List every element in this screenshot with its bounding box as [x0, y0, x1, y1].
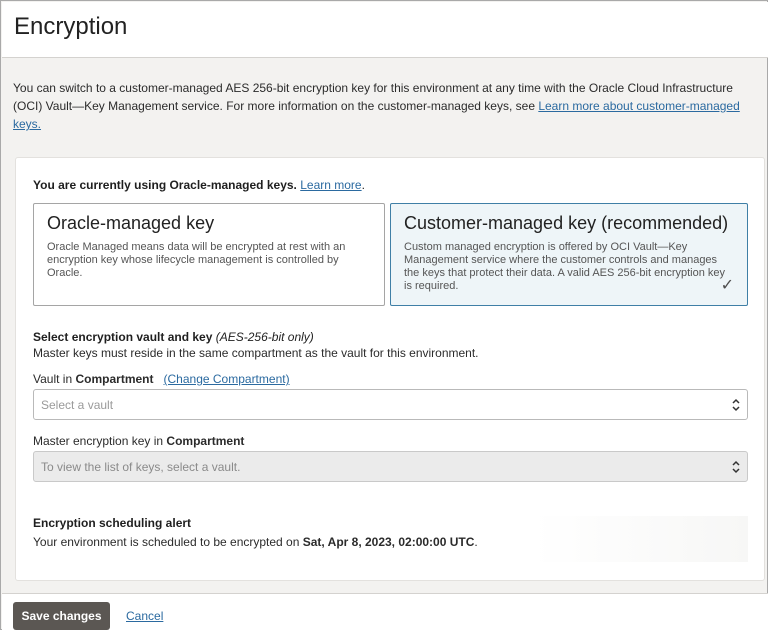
alert-suffix: . [474, 535, 478, 549]
customer-managed-key-description: Custom managed encryption is offered by … [404, 241, 726, 292]
vault-section-title: Select encryption vault and key (AES-256… [33, 330, 314, 344]
oracle-managed-key-title: Oracle-managed key [47, 213, 215, 233]
checkmark-icon: ✓ [720, 277, 734, 294]
oracle-managed-key-description: Oracle Managed means data will be encryp… [47, 241, 346, 279]
select-arrows-icon [732, 398, 740, 412]
encryption-scheduling-alert: Encryption scheduling alert Your environ… [33, 516, 748, 562]
master-key-select: To view the list of keys, select a vault… [33, 451, 748, 482]
dialog-header: Encryption [2, 2, 768, 58]
intro-paragraph: You can switch to a customer-managed AES… [13, 79, 759, 133]
dialog-footer: Save changes Cancel [2, 593, 768, 630]
key-field-label: Master encryption key in Compartment [33, 434, 244, 448]
key-label-compartment: Compartment [166, 434, 245, 448]
select-arrows-icon [732, 460, 740, 474]
oracle-managed-key-card[interactable]: Oracle-managed key Oracle Managed means … [33, 203, 385, 306]
customer-managed-key-title: Customer-managed key (recommended) [404, 213, 729, 233]
vault-select-placeholder: Select a vault [41, 398, 114, 412]
vault-select[interactable]: Select a vault [33, 389, 748, 420]
save-changes-button[interactable]: Save changes [13, 602, 110, 630]
current-keys-notice: You are currently using Oracle-managed k… [33, 178, 365, 192]
alert-date: Sat, Apr 8, 2023, 02:00:00 UTC [302, 535, 475, 549]
dialog-frame: Encryption You can switch to a customer-… [0, 0, 768, 630]
vault-label-compartment: Compartment [75, 372, 154, 386]
customer-managed-key-card[interactable]: Customer-managed key (recommended) Custo… [390, 203, 748, 306]
current-suffix: . [361, 178, 365, 192]
vault-section-title-text: Select encryption vault and key [33, 330, 213, 344]
vault-label-prefix: Vault in [33, 372, 73, 386]
key-label-prefix: Master encryption key in [33, 434, 164, 448]
change-compartment-link[interactable]: (Change Compartment) [164, 372, 290, 386]
alert-title: Encryption scheduling alert [33, 516, 192, 530]
vault-section-title-note: (AES-256-bit only) [215, 330, 314, 344]
learn-more-link[interactable]: Learn more [300, 178, 361, 192]
alert-text: Your environment is scheduled to be encr… [33, 535, 748, 549]
page-title: Encryption [14, 13, 128, 40]
cancel-link[interactable]: Cancel [126, 609, 163, 623]
vault-section-subtitle: Master keys must reside in the same comp… [33, 346, 479, 360]
alert-message: Your environment is scheduled to be encr… [33, 535, 300, 549]
vault-field-label: Vault in Compartment (Change Compartment… [33, 372, 290, 386]
current-keys-text: You are currently using Oracle-managed k… [33, 178, 297, 192]
encryption-panel: You are currently using Oracle-managed k… [15, 157, 765, 581]
master-key-select-placeholder: To view the list of keys, select a vault… [41, 460, 241, 474]
